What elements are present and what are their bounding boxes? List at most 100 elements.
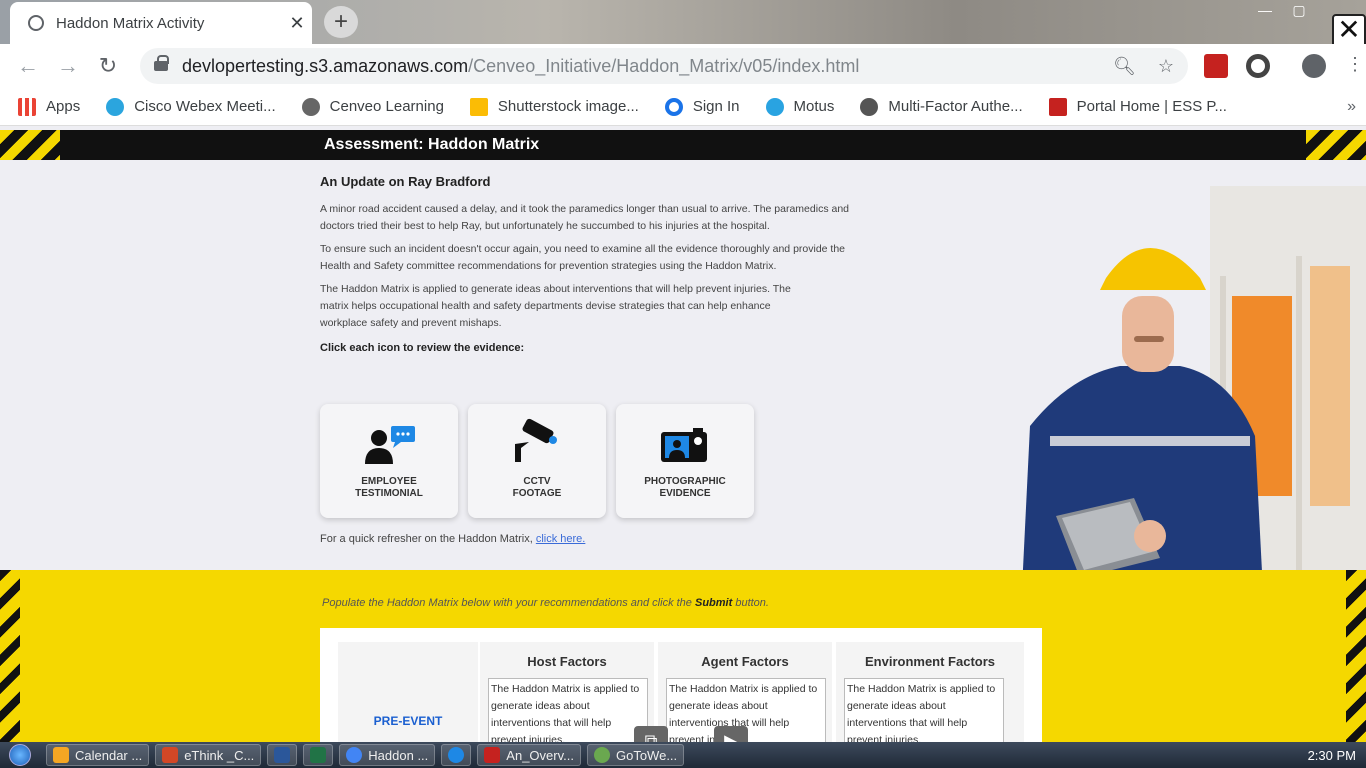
hazard-stripe: [0, 570, 20, 742]
bookmarks-more-icon[interactable]: »: [1347, 98, 1356, 116]
page-content: Assessment: Haddon Matrix An Update on R…: [0, 126, 1366, 742]
url-text[interactable]: devlopertesting.s3.amazonaws.com/Cenveo_…: [182, 56, 859, 77]
paragraph: To ensure such an incident doesn't occur…: [320, 243, 846, 272]
employee-testimonial-card[interactable]: EMPLOYEE TESTIMONIAL: [320, 404, 458, 518]
evidence-cards: EMPLOYEE TESTIMONIAL CCTV FOOTAGE PHOTOGRA…: [320, 404, 754, 518]
bookmark-sign-in[interactable]: Sign In: [664, 97, 740, 116]
gotowebinar-icon: [593, 747, 610, 763]
bookmark-label: Multi-Factor Authe...: [888, 98, 1023, 115]
webex-icon: [106, 97, 125, 116]
url-host: devlopertesting.s3.amazonaws.com: [182, 55, 469, 76]
intro-section: An Update on Ray Bradford A minor road a…: [320, 174, 860, 354]
taskbar-an-overview[interactable]: An_Overv...: [477, 744, 581, 766]
column-header: Host Factors: [527, 654, 607, 669]
chrome-icon: [346, 747, 363, 763]
refresher-text: For a quick refresher on the Haddon Matr…: [320, 533, 533, 545]
card-label: PHOTOGRAPHIC EVIDENCE: [644, 476, 726, 499]
hazard-stripe: [1306, 130, 1366, 160]
word-icon: [274, 747, 291, 763]
new-tab-button[interactable]: +: [324, 6, 358, 38]
maximize-button[interactable]: ▢: [1284, 2, 1314, 24]
tab-title: Haddon Matrix Activity: [56, 14, 205, 32]
pre-event-label: PRE-EVENT: [373, 714, 443, 728]
paragraph: A minor road accident caused a delay, an…: [320, 203, 850, 232]
clock[interactable]: 2:30 PM: [1308, 748, 1356, 763]
update-heading: An Update on Ray Bradford: [320, 174, 491, 189]
close-icon[interactable]: ✕: [1332, 14, 1366, 48]
minimize-button[interactable]: —: [1250, 2, 1280, 24]
bookmark-webex[interactable]: Cisco Webex Meeti...: [106, 97, 276, 116]
back-button[interactable]: ←: [8, 53, 48, 79]
star-icon[interactable]: ☆: [1158, 56, 1174, 77]
card-label: CCTV FOOTAGE: [512, 476, 562, 499]
bookmark-apps[interactable]: Apps: [18, 97, 81, 116]
forward-button[interactable]: →: [48, 53, 88, 79]
browser-tab[interactable]: Haddon Matrix Activity ✕: [10, 2, 312, 44]
haddon-matrix: PRE-EVENT Host Factors The Haddon Matrix…: [320, 628, 1042, 742]
tab-close-button[interactable]: ✕: [282, 13, 312, 34]
drive-icon: [469, 97, 488, 116]
lock-icon: [154, 55, 169, 71]
powerpoint-icon: [162, 747, 179, 763]
taskbar-excel[interactable]: [303, 744, 334, 766]
address-bar[interactable]: devlopertesting.s3.amazonaws.com/Cenveo_…: [140, 48, 1188, 84]
taskbar-word[interactable]: [267, 744, 298, 766]
apps-grid-icon: [18, 97, 36, 116]
excel-icon: [310, 747, 327, 763]
motus-icon: [765, 97, 784, 116]
acrobat-icon: [484, 747, 501, 763]
url-path: /Cenveo_Initiative/Haddon_Matrix/v05/ind…: [468, 55, 860, 76]
reload-button[interactable]: ↻: [88, 53, 128, 79]
ie-icon: [448, 747, 465, 763]
taskbar-ie[interactable]: [441, 744, 472, 766]
refresher-line: For a quick refresher on the Haddon Matr…: [320, 533, 585, 545]
cctv-footage-card[interactable]: CCTV FOOTAGE: [468, 404, 606, 518]
hazard-stripe: [0, 130, 60, 160]
menu-icon[interactable]: ⋮: [1346, 54, 1364, 75]
browser-titlebar: Haddon Matrix Activity ✕ + — ▢: [0, 0, 1366, 44]
card-label: EMPLOYEE TESTIMONIAL: [355, 476, 423, 499]
globe-icon: [860, 97, 879, 116]
bookmark-label: Portal Home | ESS P...: [1076, 98, 1227, 115]
bookmark-motus[interactable]: Motus: [765, 97, 835, 116]
bookmark-label: Cenveo Learning: [329, 98, 444, 115]
environment-factors-input[interactable]: The Haddon Matrix is applied to generate…: [844, 678, 1004, 742]
taskbar-gotowebinar[interactable]: GoToWe...: [586, 744, 685, 766]
environment-factors-column: Environment Factors The Haddon Matrix is…: [836, 642, 1024, 742]
matrix-section: Populate the Haddon Matrix below with yo…: [0, 570, 1366, 742]
hazard-stripe: [1346, 570, 1366, 742]
matrix-instructions: Populate the Haddon Matrix below with yo…: [322, 597, 769, 609]
taskbar-haddon[interactable]: Haddon ...: [339, 744, 436, 766]
taskbar-ethink[interactable]: eThink _C...: [155, 744, 262, 766]
photographic-evidence-card[interactable]: PHOTOGRAPHIC EVIDENCE: [616, 404, 754, 518]
click-here-link[interactable]: click here.: [536, 533, 586, 545]
host-factors-column: Host Factors The Haddon Matrix is applie…: [480, 642, 654, 742]
bookmark-cenveo[interactable]: Cenveo Learning: [301, 97, 444, 116]
paragraph: The Haddon Matrix is applied to generate…: [320, 283, 791, 329]
zoom-icon[interactable]: 🔍︎: [1113, 56, 1136, 77]
taskbar-calendar[interactable]: Calendar ...: [46, 744, 150, 766]
windows-logo-icon: [9, 744, 31, 766]
employee-chat-icon: [365, 426, 415, 464]
worker-illustration: [1020, 186, 1366, 630]
row-header-column: PRE-EVENT: [338, 642, 478, 742]
profile-icon[interactable]: [1302, 54, 1326, 78]
host-factors-input[interactable]: The Haddon Matrix is applied to generate…: [488, 678, 648, 742]
bookmark-label: Apps: [46, 98, 81, 115]
bookmark-label: Shutterstock image...: [497, 98, 639, 115]
bookmark-mfa[interactable]: Multi-Factor Authe...: [860, 97, 1023, 116]
bookmark-shutterstock[interactable]: Shutterstock image...: [469, 97, 639, 116]
windows-taskbar: Calendar ... eThink _C... Haddon ... An_…: [0, 742, 1366, 768]
column-header: Agent Factors: [701, 654, 789, 669]
photo-camera-icon: [661, 428, 707, 462]
extension-icon[interactable]: [1246, 54, 1270, 78]
bookmark-portal[interactable]: Portal Home | ESS P...: [1048, 97, 1227, 116]
column-header: Environment Factors: [864, 654, 996, 669]
bookmarks-bar: Apps Cisco Webex Meeti... Cenveo Learnin…: [0, 88, 1366, 126]
browser-toolbar: ← → ↻ devlopertesting.s3.amazonaws.com/C…: [0, 44, 1366, 88]
page-title: Assessment: Haddon Matrix: [324, 136, 540, 153]
start-button[interactable]: [0, 742, 40, 768]
bookmark-label: Cisco Webex Meeti...: [134, 98, 276, 115]
bookmark-label: Motus: [793, 98, 835, 115]
acrobat-extension-icon[interactable]: [1204, 54, 1228, 78]
